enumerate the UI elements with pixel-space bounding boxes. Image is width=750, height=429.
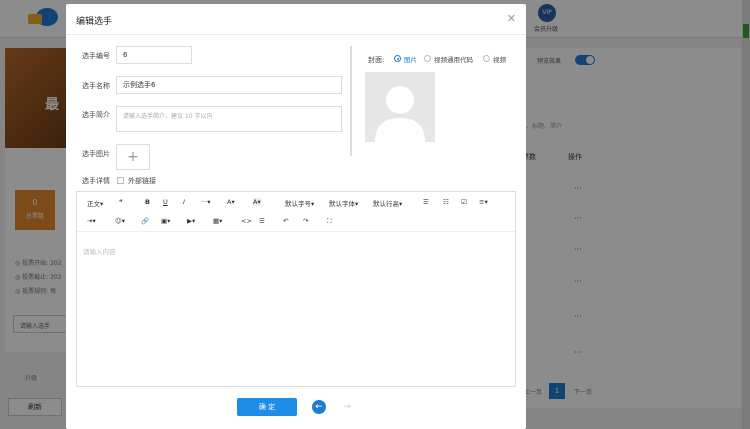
editor-content-area[interactable]: 请输入内容 xyxy=(83,246,116,256)
table-dropdown[interactable]: ▦▾ xyxy=(213,217,222,225)
player-number-label: 选手编号 xyxy=(82,52,110,60)
player-image-label: 选手图片 xyxy=(82,150,110,158)
modal-title: 编辑选手 xyxy=(76,17,113,27)
image-dropdown[interactable]: ▣▾ xyxy=(161,217,170,225)
form-splitter xyxy=(350,46,352,156)
numbered-list-icon[interactable]: ☷ xyxy=(443,198,449,206)
editor-toolbar: 正文▾ ❝ B U I ···▾ A▾ A▾ 默认字号▾ 默认字体▾ 默认行高▾… xyxy=(77,192,515,232)
bg-color-icon[interactable]: A▾ xyxy=(253,198,261,206)
redo-icon[interactable]: ↷ xyxy=(303,217,308,225)
todo-icon[interactable]: ☑ xyxy=(461,198,467,206)
image-upload-button[interactable]: + xyxy=(116,144,150,170)
indent-dropdown[interactable]: ⇥▾ xyxy=(87,217,96,225)
cover-radio-image[interactable] xyxy=(394,55,401,62)
underline-icon[interactable]: U xyxy=(163,198,168,206)
cover-radio-video[interactable] xyxy=(483,55,490,62)
cover-radio-video-code[interactable] xyxy=(424,55,431,62)
line-height-dropdown[interactable]: 默认行高▾ xyxy=(373,198,402,208)
rich-text-editor: 正文▾ ❝ B U I ···▾ A▾ A▾ 默认字号▾ 默认字体▾ 默认行高▾… xyxy=(76,191,516,387)
divider-icon[interactable]: ☰ xyxy=(259,217,265,225)
person-icon xyxy=(375,86,425,142)
italic-icon[interactable]: I xyxy=(183,198,185,206)
quote-icon[interactable]: ❝ xyxy=(119,198,123,206)
arrow-left-icon[interactable]: ← xyxy=(312,400,326,414)
cover-option-video-code[interactable]: 视频通用代码 xyxy=(434,54,473,64)
font-color-icon[interactable]: A▾ xyxy=(227,198,235,206)
more-style-dropdown[interactable]: ···▾ xyxy=(201,198,210,206)
close-icon[interactable]: ✕ xyxy=(507,12,516,25)
cover-option-image[interactable]: 图片 xyxy=(404,54,417,64)
cover-label: 封面: xyxy=(368,56,385,64)
bullet-list-icon[interactable]: ☰ xyxy=(423,198,429,206)
edit-player-modal: 编辑选手 ✕ 选手编号 选手名称 选手简介 请输入选手简介，建议 10 字以内 … xyxy=(66,4,526,429)
font-size-dropdown[interactable]: 默认字号▾ xyxy=(285,198,314,208)
external-link-checkbox[interactable] xyxy=(117,177,124,184)
plus-icon: + xyxy=(127,149,139,165)
player-detail-label: 选手详情 xyxy=(82,177,110,185)
paragraph-dropdown[interactable]: 正文▾ xyxy=(87,198,103,208)
player-intro-textarea[interactable]: 请输入选手简介，建议 10 字以内 xyxy=(116,106,342,132)
modal-header-divider xyxy=(66,34,526,35)
bold-icon[interactable]: B xyxy=(145,198,150,206)
player-name-input[interactable] xyxy=(116,76,342,94)
fullscreen-icon[interactable]: ⛶ xyxy=(327,217,332,226)
font-family-dropdown[interactable]: 默认字体▾ xyxy=(329,198,358,208)
confirm-button[interactable]: 确 定 xyxy=(237,398,297,416)
emoji-dropdown[interactable]: ☺▾ xyxy=(115,217,125,225)
video-dropdown[interactable]: ▶▾ xyxy=(187,217,195,225)
player-name-label: 选手名称 xyxy=(82,82,110,90)
player-intro-label: 选手简介 xyxy=(82,111,110,119)
cover-option-video[interactable]: 视频 xyxy=(493,54,506,64)
link-icon[interactable]: 🔗 xyxy=(141,217,149,225)
align-dropdown[interactable]: ≡▾ xyxy=(479,198,488,206)
arrow-right-icon[interactable]: → xyxy=(340,400,354,414)
code-icon[interactable]: <> xyxy=(241,217,252,225)
player-number-input[interactable] xyxy=(116,46,192,64)
external-link-label[interactable]: 外部链接 xyxy=(128,176,156,186)
cover-avatar-placeholder xyxy=(365,72,435,142)
undo-icon[interactable]: ↶ xyxy=(283,217,288,225)
